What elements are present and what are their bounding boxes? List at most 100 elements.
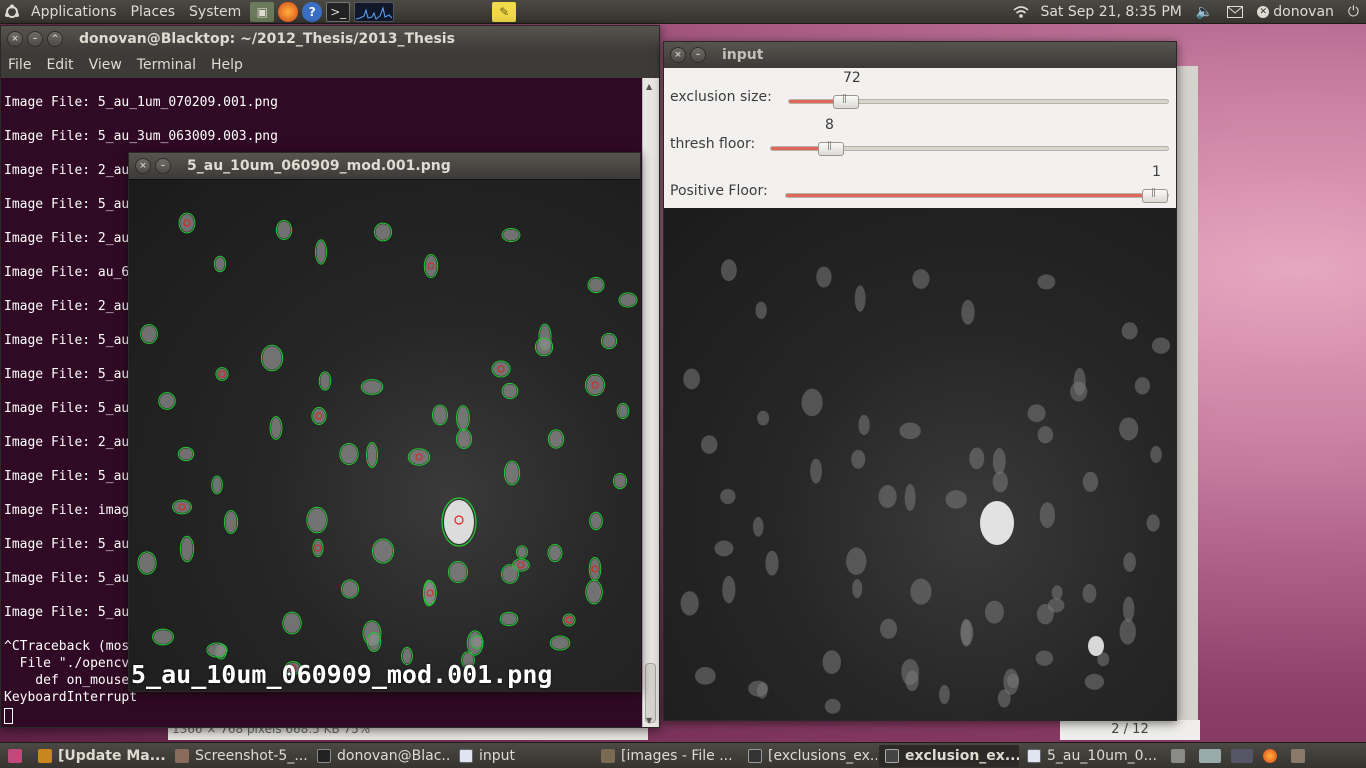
editor-icon <box>748 748 762 763</box>
close-icon[interactable]: × <box>7 31 23 47</box>
terminal-scrollbar[interactable]: ▲ ▼ <box>642 78 659 727</box>
positive-floor-slider[interactable] <box>785 188 1169 203</box>
particle <box>589 278 603 292</box>
particle <box>502 565 518 583</box>
notes-icon[interactable]: ✎ <box>492 1 517 22</box>
exclusion-size-value: 72 <box>843 70 861 86</box>
close-icon[interactable]: × <box>670 47 686 63</box>
particle <box>755 301 767 320</box>
particle <box>179 448 193 460</box>
volume-icon[interactable]: 🔈 <box>1189 0 1220 24</box>
input-image-canvas[interactable] <box>664 208 1176 720</box>
terminal-line: Image File: 5_au <box>4 605 130 620</box>
thresh-floor-slider[interactable] <box>770 141 1169 156</box>
image-caption: 5_au_10um_060909_mod.001.png <box>131 660 553 689</box>
particle <box>536 339 552 355</box>
particle <box>340 444 358 464</box>
scroll-up-icon[interactable]: ▲ <box>646 82 652 91</box>
menu-file[interactable]: File <box>1 57 39 73</box>
close-icon[interactable]: × <box>135 158 151 174</box>
user-menu[interactable]: ✕ donovan <box>1250 0 1341 24</box>
show-desktop-icon[interactable] <box>0 745 30 767</box>
system-monitor-graph-icon[interactable] <box>354 1 395 22</box>
desktop-icon <box>8 748 22 763</box>
workspace-switcher-2[interactable] <box>1227 745 1257 767</box>
maximize-icon[interactable]: ^ <box>47 31 63 47</box>
minimize-icon[interactable]: – <box>155 158 171 174</box>
slider-handle[interactable] <box>818 141 844 156</box>
menu-system[interactable]: System <box>182 0 248 24</box>
firefox-launcher-icon[interactable] <box>278 1 299 22</box>
scrollbar-thumb[interactable] <box>645 663 656 723</box>
exclusion-size-slider[interactable] <box>788 94 1169 109</box>
help-launcher-icon[interactable]: ? <box>302 1 323 22</box>
taskbar-item-active[interactable]: exclusion_ex... <box>879 744 1019 767</box>
menu-help[interactable]: Help <box>204 57 251 73</box>
particle <box>1134 377 1151 395</box>
taskbar-item-label: Screenshot-5_... <box>195 747 308 764</box>
taskbar-item[interactable]: 5_au_10um_0... <box>1021 745 1161 767</box>
taskbar-item[interactable]: [exclusions_ex... <box>742 745 877 767</box>
taskbar-item[interactable]: Screenshot-5_... <box>169 745 309 767</box>
particle <box>312 408 326 424</box>
particle <box>992 471 1008 493</box>
particle <box>501 613 517 625</box>
slider-handle[interactable] <box>1142 188 1168 203</box>
terminal-titlebar[interactable]: × – ^ donovan@Blacktop: ~/2012_Thesis/20… <box>1 26 659 52</box>
terminal-line: def on_mouse <box>4 673 130 688</box>
trash-icon[interactable] <box>1167 745 1193 767</box>
taskbar-item[interactable]: input <box>453 745 593 767</box>
particle <box>505 462 519 484</box>
scroll-down-icon[interactable]: ▼ <box>646 716 652 725</box>
particle <box>752 517 764 537</box>
slider-handle[interactable] <box>833 94 859 109</box>
power-icon[interactable]: ⏻ <box>1341 0 1366 24</box>
menu-view[interactable]: View <box>82 57 130 73</box>
ubuntu-logo-icon[interactable] <box>0 0 24 24</box>
large-cluster <box>444 500 474 544</box>
image-viewer-window-edge <box>1176 66 1198 720</box>
terminal-line: Image File: 5_au <box>4 367 130 382</box>
monitor-launcher-icon[interactable]: ▣ <box>250 1 275 22</box>
menu-places[interactable]: Places <box>124 0 183 24</box>
taskbar-item[interactable]: donovan@Blac... <box>311 745 451 767</box>
terminal-cursor <box>4 708 13 724</box>
thresh-floor-label: thresh floor: <box>670 136 756 152</box>
taskbar-item[interactable]: [Update Ma... <box>32 745 167 767</box>
terminal-line: Image File: 5_au_3um_063009.003.png <box>4 129 278 144</box>
taskbar-item-label: [Update Ma... <box>58 747 166 764</box>
particle <box>457 430 471 448</box>
particle <box>969 447 985 470</box>
input-titlebar[interactable]: × – input <box>664 42 1176 68</box>
terminal-line: Image File: 5_au <box>4 469 130 484</box>
window-icon <box>1027 748 1041 763</box>
particle <box>307 508 327 532</box>
firefox-tray-icon[interactable] <box>1259 745 1285 767</box>
mail-icon[interactable] <box>1220 0 1250 24</box>
minimize-icon[interactable]: – <box>690 47 706 63</box>
terminal-menubar: File Edit View Terminal Help <box>1 52 659 78</box>
menu-edit[interactable]: Edit <box>39 57 81 73</box>
menu-applications[interactable]: Applications <box>24 0 124 24</box>
detection-image-canvas[interactable]: 5_au_10um_060909_mod.001.png <box>129 180 640 691</box>
particle <box>680 591 699 616</box>
particle <box>373 539 393 563</box>
taskbar-item[interactable]: [images - File ... <box>595 745 740 767</box>
minimize-icon[interactable]: – <box>27 31 43 47</box>
particle <box>757 410 770 426</box>
particle <box>824 698 841 714</box>
gimp-tray-icon[interactable] <box>1287 745 1313 767</box>
clock[interactable]: Sat Sep 21, 8:35 PM <box>1033 0 1188 24</box>
particle <box>159 393 175 409</box>
workspace-switcher-1[interactable] <box>1195 745 1225 767</box>
terminal-launcher-icon[interactable]: >_ <box>326 1 351 22</box>
menu-terminal[interactable]: Terminal <box>130 57 204 73</box>
particle <box>851 449 866 469</box>
wifi-icon[interactable] <box>1009 0 1033 24</box>
particle <box>513 559 529 571</box>
particle <box>614 474 626 488</box>
terminal-line: Image File: 2_au <box>4 299 130 314</box>
image-titlebar[interactable]: × – 5_au_10um_060909_mod.001.png <box>129 153 640 179</box>
particle <box>425 255 437 277</box>
particle <box>449 562 467 582</box>
